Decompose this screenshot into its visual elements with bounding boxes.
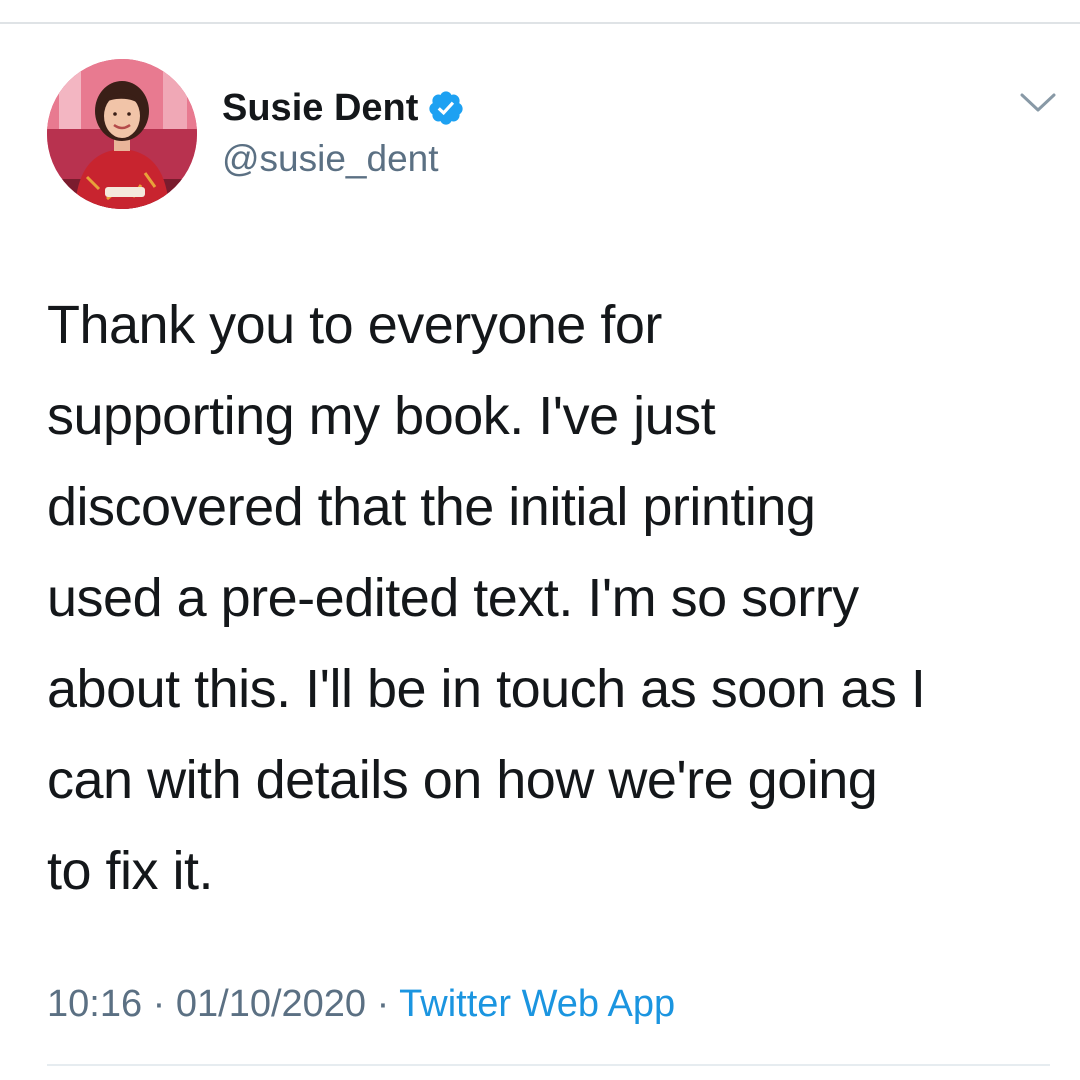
author-handle[interactable]: @susie_dent: [222, 135, 439, 183]
tweet-date[interactable]: 01/10/2020: [176, 983, 366, 1025]
avatar-photo: [47, 59, 197, 209]
tweet-source-link[interactable]: Twitter Web App: [399, 983, 675, 1025]
tweet-card: Susie Dent @susie_dent Thank you to ever…: [0, 0, 1080, 1080]
avatar[interactable]: [47, 59, 197, 209]
tweet-time[interactable]: 10:16: [47, 983, 142, 1025]
author-name-row[interactable]: Susie Dent: [222, 84, 465, 132]
chevron-down-icon[interactable]: [1018, 90, 1058, 116]
top-divider: [0, 22, 1080, 24]
bottom-divider: [47, 1064, 1050, 1066]
verified-badge-icon: [427, 89, 465, 127]
meta-separator: ·: [152, 983, 166, 1025]
author-display-name[interactable]: Susie Dent: [222, 84, 418, 132]
tweet-text: Thank you to everyone for supporting my …: [47, 295, 926, 901]
tweet-meta: 10:16 · 01/10/2020 · Twitter Web App: [47, 980, 675, 1028]
meta-separator: ·: [376, 983, 390, 1025]
